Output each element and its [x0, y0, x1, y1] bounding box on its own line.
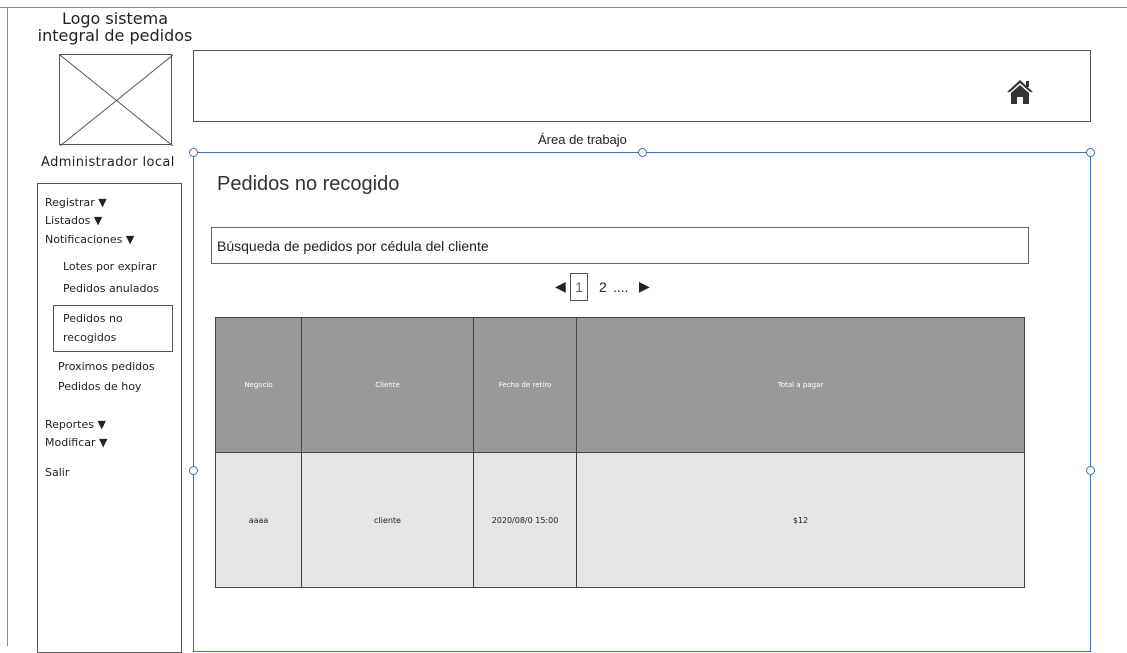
sidebar-item-pedidos-no-recogidos[interactable]: Pedidos no recogidos — [63, 309, 155, 347]
search-placeholder: Búsqueda de pedidos por cédula del clien… — [217, 238, 489, 254]
home-icon[interactable] — [1006, 79, 1034, 105]
table-cell: aaaa — [215, 452, 302, 588]
page-title: Pedidos no recogido — [217, 173, 400, 195]
column-header: Negocio — [215, 317, 302, 453]
resize-handle[interactable] — [638, 148, 647, 157]
sidebar-item-pedidos-anulados[interactable]: Pedidos anulados — [63, 280, 159, 298]
sidebar-item-proximos-pedidos[interactable]: Proximos pedidos — [58, 358, 155, 376]
sidebar-item-notificaciones[interactable]: Notificaciones ▼ — [45, 231, 134, 249]
column-header: Total a pagar — [576, 317, 1025, 453]
table-cell: cliente — [301, 452, 474, 588]
user-role-label: Administrador local — [41, 155, 175, 170]
page-2-link[interactable]: 2 — [599, 279, 607, 295]
prev-page-icon[interactable]: ◀ — [555, 278, 566, 295]
sidebar-item-pedidos-de-hoy[interactable]: Pedidos de hoy — [58, 378, 141, 396]
next-page-icon[interactable]: ▶ — [639, 278, 650, 295]
frame-top-border — [0, 7, 1127, 8]
table-cell: $12 — [576, 452, 1025, 588]
logo-placeholder-image — [59, 54, 173, 146]
orders-table: Negocio Cliente Fecha de retiro Total a … — [215, 317, 1025, 588]
sidebar-item-salir[interactable]: Salir — [45, 464, 69, 482]
table-header-row: Negocio Cliente Fecha de retiro Total a … — [215, 317, 1025, 453]
sidebar-item-registrar[interactable]: Registrar ▼ — [45, 194, 107, 212]
resize-handle[interactable] — [1086, 148, 1095, 157]
sidebar-item-modificar[interactable]: Modificar ▼ — [45, 434, 107, 452]
table-row[interactable]: aaaa cliente 2020/08/0 15:00 $12 — [215, 452, 1025, 588]
pagination-ellipsis: .... — [613, 279, 629, 295]
work-area-label: Área de trabajo — [538, 132, 627, 147]
sidebar-item-reportes[interactable]: Reportes ▼ — [45, 416, 106, 434]
frame-left-border — [7, 7, 8, 646]
current-page[interactable]: 1 — [570, 273, 588, 301]
header-bar — [193, 50, 1091, 122]
table-cell: 2020/08/0 15:00 — [473, 452, 577, 588]
column-header: Cliente — [301, 317, 474, 453]
resize-handle[interactable] — [1086, 466, 1095, 475]
sidebar-item-lotes-por-expirar[interactable]: Lotes por expirar — [63, 258, 157, 276]
logo-text: Logo sistema integral de pedidos — [37, 9, 193, 45]
resize-handle[interactable] — [189, 148, 198, 157]
resize-handle[interactable] — [189, 466, 198, 475]
sidebar-item-listados[interactable]: Listados ▼ — [45, 212, 102, 230]
column-header: Fecha de retiro — [473, 317, 577, 453]
